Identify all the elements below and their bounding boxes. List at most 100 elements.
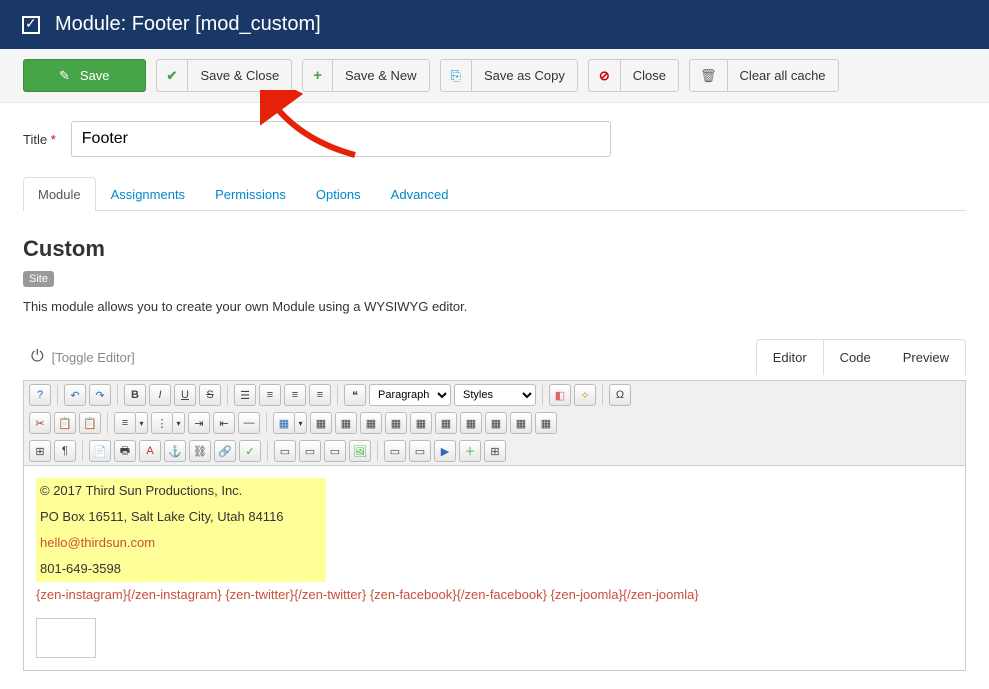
textcolor-icon[interactable]: A	[139, 440, 161, 462]
link-icon[interactable]: 🔗	[214, 440, 236, 462]
title-row: Title *	[23, 121, 966, 157]
plus-icon: +	[303, 60, 333, 91]
del-col-icon[interactable]: ▦	[485, 412, 507, 434]
eraser-icon[interactable]: ◧	[549, 384, 571, 406]
editor-controls: ⏻ [Toggle Editor] Editor Code Preview	[23, 339, 966, 375]
save-close-button[interactable]: ✔ Save & Close	[156, 59, 293, 92]
image-placeholder[interactable]	[36, 618, 96, 658]
del-row-icon[interactable]: ▦	[410, 412, 432, 434]
outdent-icon[interactable]: ⇤	[213, 412, 235, 434]
save-new-label: Save & New	[333, 60, 429, 91]
paste-icon[interactable]: 📋	[54, 412, 76, 434]
editor-toolbar: ? ↶ ↷ B I U S ☰ ≡ ≡ ≡ ❝ Paragraph Styles…	[24, 381, 965, 466]
table-menu[interactable]: ▾	[295, 412, 307, 434]
clear-cache-button[interactable]: 🗑 Clear all cache	[689, 59, 839, 92]
apply-icon: ✎	[59, 68, 70, 84]
ul-menu[interactable]: ▾	[173, 412, 185, 434]
col-before-icon[interactable]: ▦	[435, 412, 457, 434]
site-badge: Site	[23, 271, 54, 287]
doc-icon[interactable]: 📄	[89, 440, 111, 462]
char-icon[interactable]: Ω	[609, 384, 631, 406]
editor-content-area[interactable]: © 2017 Third Sun Productions, Inc. PO Bo…	[24, 466, 965, 670]
clear-cache-label: Clear all cache	[728, 60, 838, 91]
trash-icon: 🗑	[690, 60, 728, 91]
align-right-icon[interactable]: ≡	[284, 384, 306, 406]
clean-icon[interactable]: ✧	[574, 384, 596, 406]
layout2-icon[interactable]: ▭	[299, 440, 321, 462]
tab-assignments[interactable]: Assignments	[96, 177, 200, 211]
quote-icon[interactable]: ❝	[344, 384, 366, 406]
row-after-icon[interactable]: ▦	[385, 412, 407, 434]
tab-module[interactable]: Module	[23, 177, 96, 211]
spellcheck-icon[interactable]: ✓	[239, 440, 261, 462]
media-icon[interactable]: ▶	[434, 440, 456, 462]
table-icon[interactable]: ▦	[273, 412, 295, 434]
tab-options[interactable]: Options	[301, 177, 376, 211]
underline-icon[interactable]: U	[174, 384, 196, 406]
styles-select[interactable]: Styles	[454, 384, 536, 406]
more-icon[interactable]: ⊞	[484, 440, 506, 462]
save-copy-label: Save as Copy	[472, 60, 577, 91]
editor-tab-editor[interactable]: Editor	[757, 340, 824, 375]
title-input[interactable]	[71, 121, 611, 157]
save-copy-button[interactable]: ⎘ Save as Copy	[440, 59, 578, 92]
print-icon[interactable]: 🖶	[114, 440, 136, 462]
tab-advanced[interactable]: Advanced	[376, 177, 464, 211]
italic-icon[interactable]: I	[149, 384, 171, 406]
split-icon[interactable]: ▦	[510, 412, 532, 434]
hr-icon[interactable]: —	[238, 412, 260, 434]
wysiwyg-editor: ? ↶ ↷ B I U S ☰ ≡ ≡ ≡ ❝ Paragraph Styles…	[23, 380, 966, 671]
col-after-icon[interactable]: ▦	[460, 412, 482, 434]
help-icon[interactable]: ?	[29, 384, 51, 406]
copy-icon: ⎘	[441, 60, 472, 91]
align-center-icon[interactable]: ≡	[259, 384, 281, 406]
format-select[interactable]: Paragraph	[369, 384, 451, 406]
bold-icon[interactable]: B	[124, 384, 146, 406]
template-icon[interactable]: ▭	[384, 440, 406, 462]
strike-icon[interactable]: S	[199, 384, 221, 406]
image-icon[interactable]: 🖼	[349, 440, 371, 462]
merge-icon[interactable]: ▦	[535, 412, 557, 434]
toggle-editor-label: [Toggle Editor]	[52, 350, 135, 365]
module-heading: Custom	[23, 236, 966, 262]
grid-icon[interactable]: ⊞	[29, 440, 51, 462]
ol-menu[interactable]: ▾	[136, 412, 148, 434]
insert-icon[interactable]: ＋	[459, 440, 481, 462]
save-button[interactable]: ✎ Save	[23, 59, 146, 92]
anchor-icon[interactable]: ⚓	[164, 440, 186, 462]
layout1-icon[interactable]: ▭	[274, 440, 296, 462]
unlink-icon[interactable]: ⛓	[189, 440, 211, 462]
undo-icon[interactable]: ↶	[64, 384, 86, 406]
paste-text-icon[interactable]: 📋	[79, 412, 101, 434]
ol-icon[interactable]: ≡	[114, 412, 136, 434]
content-line-copyright: © 2017 Third Sun Productions, Inc.	[40, 478, 322, 504]
align-left-icon[interactable]: ≡	[309, 384, 331, 406]
layout3-icon[interactable]: ▭	[324, 440, 346, 462]
align-justify-icon[interactable]: ☰	[234, 384, 256, 406]
cancel-icon: ⊘	[589, 60, 621, 91]
title-label: Title *	[23, 132, 56, 147]
save-new-button[interactable]: + Save & New	[302, 59, 429, 92]
content-shortcodes: {zen-instagram}{/zen-instagram} {zen-twi…	[36, 582, 953, 608]
module-description: This module allows you to create your ow…	[23, 299, 966, 314]
ul-icon[interactable]: ⋮	[151, 412, 173, 434]
editor-tab-code[interactable]: Code	[824, 340, 887, 375]
editor-tab-preview[interactable]: Preview	[887, 340, 965, 375]
row-before-icon[interactable]: ▦	[360, 412, 382, 434]
cut-icon[interactable]: ✂	[29, 412, 51, 434]
editor-view-tabs: Editor Code Preview	[756, 339, 966, 375]
action-toolbar: ✎ Save ✔ Save & Close + Save & New ⎘ Sav…	[0, 49, 989, 103]
tab-permissions[interactable]: Permissions	[200, 177, 301, 211]
page-header: Module: Footer [mod_custom]	[0, 0, 989, 49]
module-icon	[22, 16, 40, 34]
content-email-link[interactable]: hello@thirdsun.com	[40, 535, 155, 550]
cell-props-icon[interactable]: ▦	[335, 412, 357, 434]
toggle-editor-button[interactable]: ⏻ [Toggle Editor]	[23, 343, 143, 371]
close-button[interactable]: ⊘ Close	[588, 59, 679, 92]
pilcrow-icon[interactable]: ¶	[54, 440, 76, 462]
indent-icon[interactable]: ⇥	[188, 412, 210, 434]
row-props-icon[interactable]: ▦	[310, 412, 332, 434]
code-icon[interactable]: ▭	[409, 440, 431, 462]
config-tabs: Module Assignments Permissions Options A…	[23, 177, 966, 211]
redo-icon[interactable]: ↷	[89, 384, 111, 406]
